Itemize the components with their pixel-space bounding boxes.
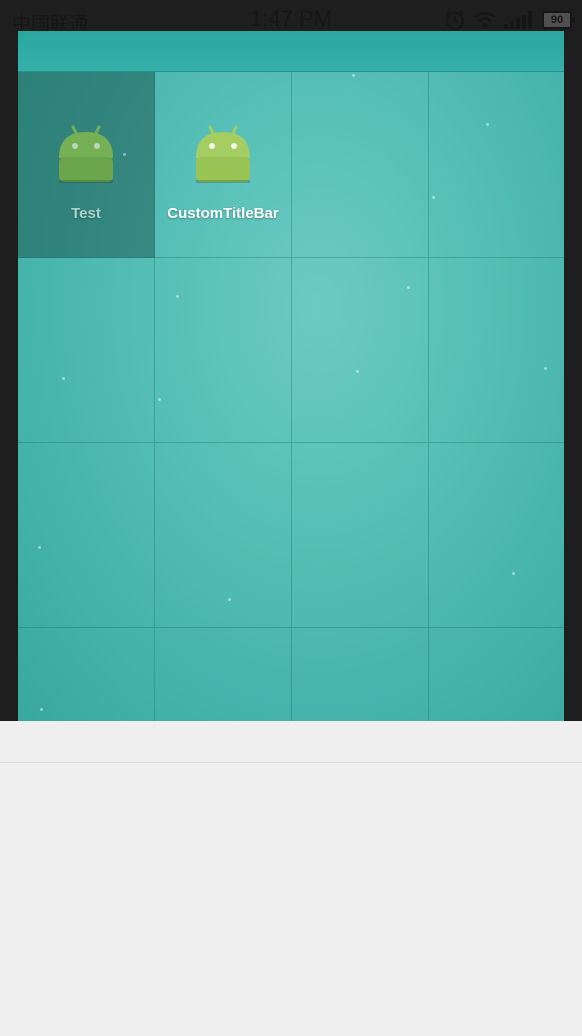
- app-label-test: Test: [71, 205, 101, 222]
- app-label-customtitlebar: CustomTitleBar: [167, 205, 279, 222]
- signal-icon: [504, 11, 534, 29]
- app-cell-customtitlebar[interactable]: CustomTitleBar: [155, 72, 292, 258]
- background-speck: [123, 153, 126, 156]
- empty-cell[interactable]: [18, 258, 155, 443]
- background-speck: [176, 295, 179, 298]
- empty-cell[interactable]: [292, 628, 429, 721]
- background-speck: [486, 123, 489, 126]
- wifi-icon: [474, 11, 496, 29]
- background-speck: [62, 377, 65, 380]
- empty-cell[interactable]: [155, 628, 292, 721]
- android-icon: [55, 124, 117, 188]
- background-speck: [432, 196, 435, 199]
- background-speck: [228, 598, 231, 601]
- background-speck: [544, 367, 547, 370]
- empty-cell[interactable]: [18, 628, 155, 721]
- empty-cell[interactable]: [429, 628, 564, 721]
- empty-cell[interactable]: [155, 443, 292, 628]
- background-speck: [356, 370, 359, 373]
- empty-cell[interactable]: [429, 258, 564, 443]
- empty-cell[interactable]: [292, 443, 429, 628]
- bottom-panel: [0, 721, 582, 1036]
- empty-cell[interactable]: [18, 443, 155, 628]
- battery-icon: 90: [542, 11, 575, 29]
- background-speck: [512, 572, 515, 575]
- background-speck: [352, 74, 355, 77]
- android-icon: [192, 124, 254, 188]
- launcher-screen: Test CustomTitleBar: [18, 31, 564, 721]
- background-speck: [158, 398, 161, 401]
- launcher-header: [18, 31, 564, 72]
- divider: [0, 762, 582, 763]
- empty-cell[interactable]: [429, 72, 564, 258]
- empty-cell[interactable]: [429, 443, 564, 628]
- status-icons: 90: [444, 8, 575, 32]
- app-cell-test[interactable]: Test: [18, 72, 155, 258]
- background-speck: [407, 286, 410, 289]
- background-speck: [40, 708, 43, 711]
- empty-cell[interactable]: [155, 258, 292, 443]
- background-speck: [38, 546, 41, 549]
- alarm-icon: [444, 9, 466, 31]
- empty-cell[interactable]: [292, 72, 429, 258]
